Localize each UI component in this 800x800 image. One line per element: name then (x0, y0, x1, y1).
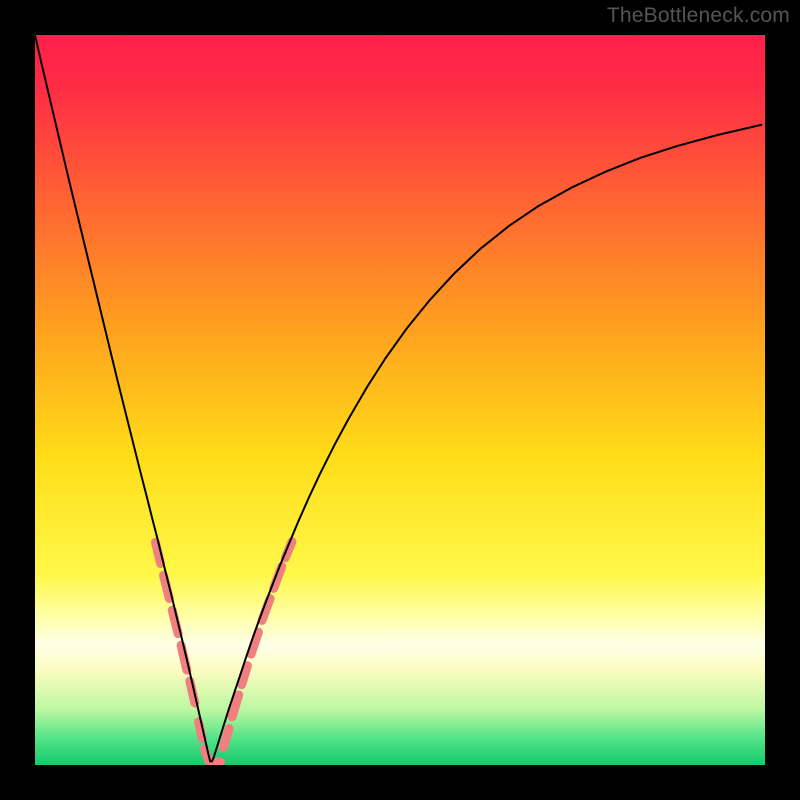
plot-area (35, 35, 765, 765)
watermark-text: TheBottleneck.com (607, 4, 790, 28)
chart-frame: TheBottleneck.com (0, 0, 800, 800)
gradient-background (35, 35, 765, 765)
marker-dash (223, 729, 229, 748)
chart-svg (35, 35, 765, 765)
